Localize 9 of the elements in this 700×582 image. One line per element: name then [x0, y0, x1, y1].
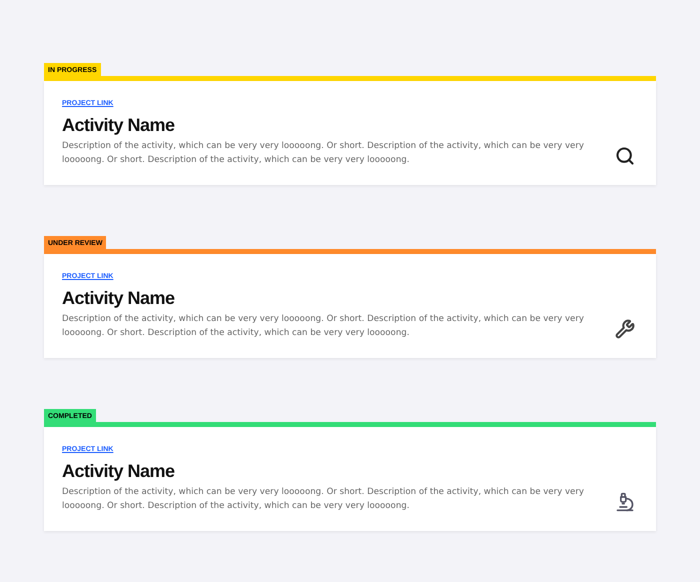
activity-description: Description of the activity, which can be very very looooong. Or short. Description of the activity, which can be very very looooong. Or short. Description of the activity, which can be very very looooong. — [62, 313, 585, 340]
activity-title: Activity Name — [62, 460, 176, 482]
activity-title: Activity Name — [62, 114, 176, 136]
activity-description: Description of the activity, which can be very very looooong. Or short. Description of the activity, which can be very very looooong. Or short. Description of the activity, which can be very very looooong. — [62, 140, 585, 167]
magnifier-icon — [615, 146, 635, 166]
activity-description: Description of the activity, which can be very very looooong. Or short. Description of the activity, which can be very very looooong. Or short. Description of the activity, which can be very very looooong. — [62, 486, 585, 513]
wrench-icon — [615, 319, 635, 339]
activity-title: Activity Name — [62, 287, 176, 309]
microscope-icon — [615, 492, 635, 512]
